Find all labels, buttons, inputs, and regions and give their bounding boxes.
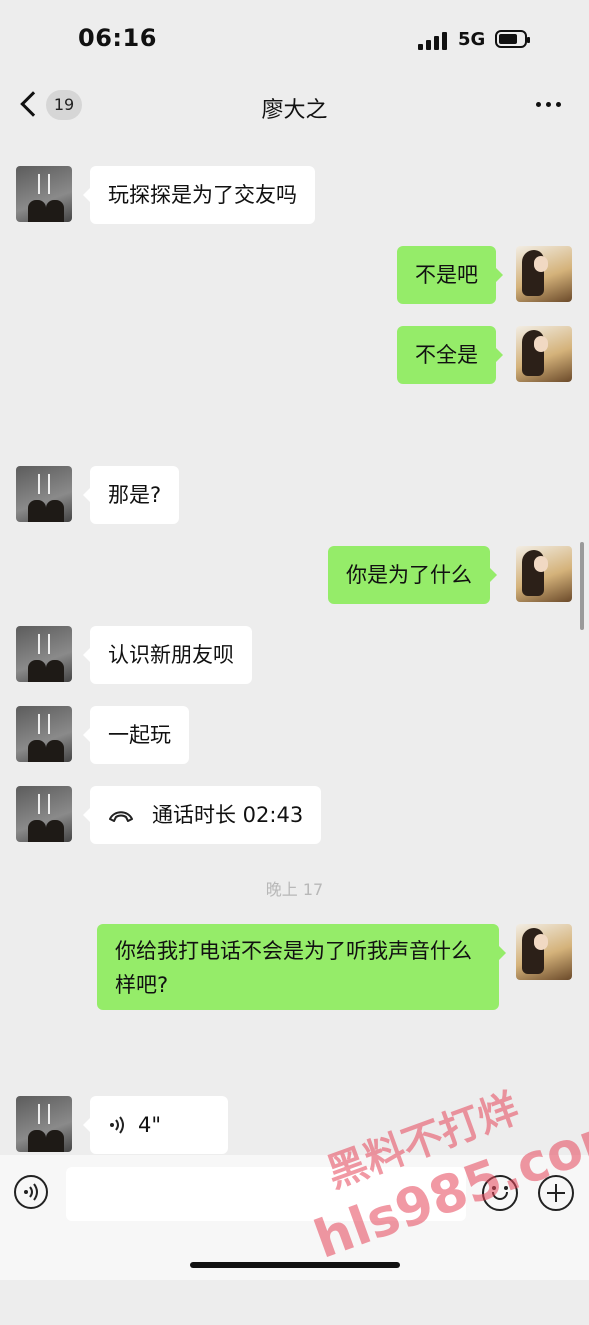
- more-icon[interactable]: [536, 92, 564, 116]
- message-bubble-incoming[interactable]: 一起玩: [83, 706, 189, 764]
- contact-avatar[interactable]: [16, 466, 72, 522]
- status-time: 06:16: [78, 24, 157, 52]
- network-type: 5G: [458, 29, 486, 50]
- chat-header: 19 廖大之: [0, 80, 589, 130]
- message-bubble-outgoing[interactable]: 不全是: [397, 326, 503, 384]
- signal-icon: [418, 32, 448, 50]
- message-bubble-incoming[interactable]: 玩探探是为了交友吗: [83, 166, 315, 224]
- my-avatar[interactable]: [516, 246, 572, 302]
- my-avatar[interactable]: [516, 924, 572, 980]
- voice-duration: 4": [138, 1113, 162, 1137]
- contact-avatar[interactable]: [16, 1096, 72, 1152]
- contact-avatar[interactable]: [16, 706, 72, 762]
- status-bar: 06:16 5G: [0, 0, 589, 80]
- voice-input-icon[interactable]: [14, 1175, 48, 1209]
- message-bubble-outgoing[interactable]: 你是为了什么: [328, 546, 497, 604]
- message-bubble-outgoing[interactable]: 你给我打电话不会是为了听我声音什么样吧?: [97, 924, 506, 1010]
- plus-icon[interactable]: [538, 1175, 574, 1211]
- home-indicator[interactable]: [190, 1262, 400, 1268]
- timestamp: 晚上 17: [265, 880, 324, 899]
- message-bubble-incoming[interactable]: 那是?: [82, 466, 180, 524]
- message-bubble-incoming[interactable]: 认识新朋友呗: [83, 626, 252, 684]
- scrollbar[interactable]: [580, 542, 584, 630]
- contact-avatar[interactable]: [16, 626, 72, 682]
- my-avatar[interactable]: [516, 326, 572, 382]
- emoji-icon[interactable]: [482, 1175, 518, 1211]
- message-bubble-outgoing[interactable]: 不是吧: [397, 246, 503, 304]
- contact-avatar[interactable]: [16, 166, 72, 222]
- voice-message-icon: [110, 1116, 124, 1134]
- my-avatar[interactable]: [516, 546, 572, 602]
- message-input[interactable]: [66, 1167, 466, 1221]
- battery-icon: [495, 30, 530, 48]
- phone-hangup-icon: [109, 811, 133, 822]
- call-record-bubble[interactable]: 通话时长 02:43: [82, 786, 322, 844]
- call-duration-text: 通话时长 02:43: [152, 803, 304, 827]
- contact-avatar[interactable]: [16, 786, 72, 842]
- voice-message-bubble[interactable]: 4": [83, 1096, 228, 1154]
- chat-title: 廖大之: [261, 98, 328, 123]
